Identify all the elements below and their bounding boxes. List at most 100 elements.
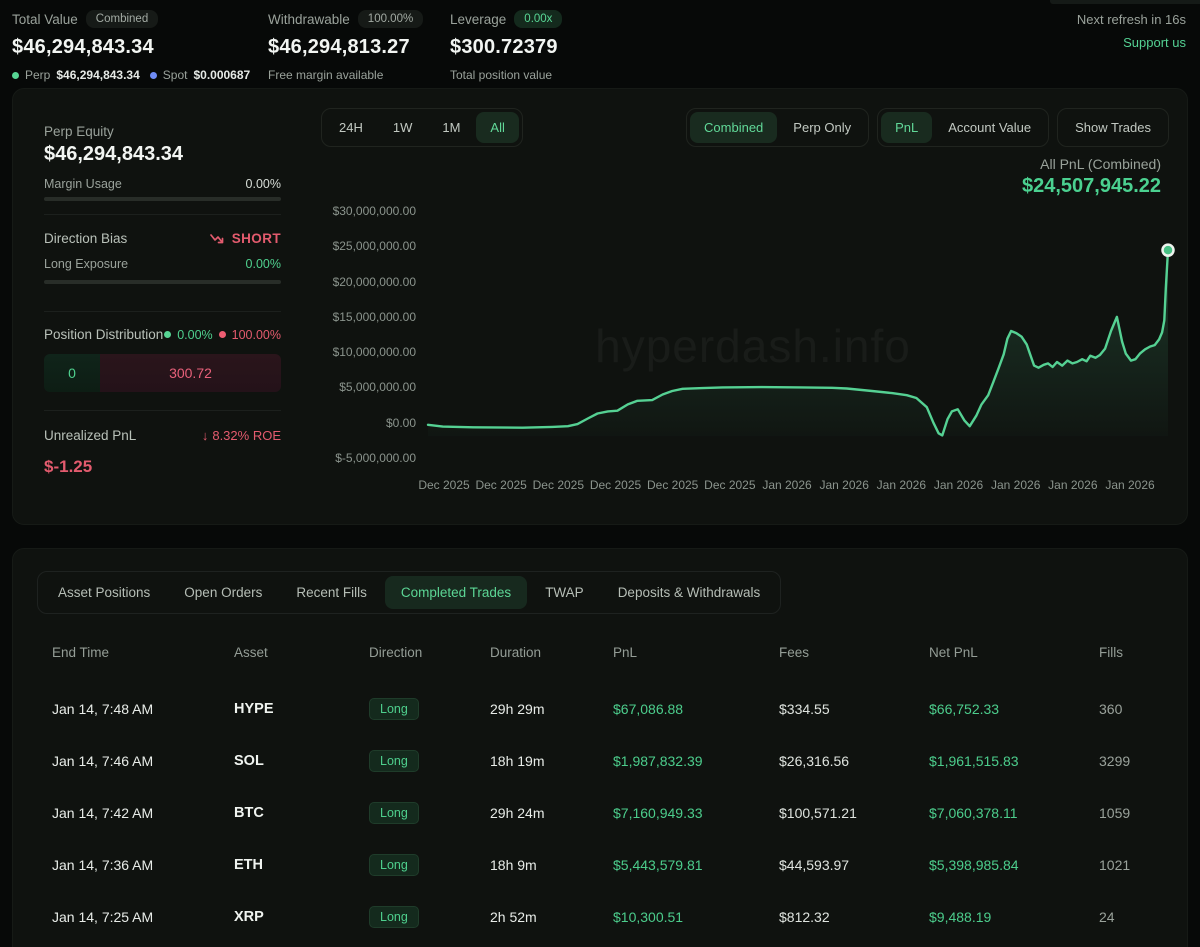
last-point-marker: [1163, 245, 1174, 256]
col-net-pnl: Net PnL: [929, 645, 1099, 660]
unrealized-pnl-label: Unrealized PnL: [44, 428, 136, 443]
cell-asset: XRP: [234, 909, 369, 925]
table-row[interactable]: Jan 14, 7:25 AMXRPLong2h 52m$10,300.51$8…: [52, 891, 1159, 943]
cell-duration: 18h 19m: [490, 753, 613, 769]
cell-end-time: Jan 14, 7:48 AM: [52, 701, 234, 717]
y-axis-tick: $30,000,000.00: [286, 203, 416, 219]
position-distribution-label: Position Distribution: [44, 327, 163, 342]
scope-toggle-group: Combined Perp Only: [686, 108, 869, 147]
range-24h-button[interactable]: 24H: [325, 112, 377, 143]
divider: [44, 214, 281, 215]
cell-fills: 360: [1099, 701, 1159, 717]
top-stats-bar: Total Value Combined $46,294,843.34 Perp…: [0, 0, 1200, 88]
table-row[interactable]: Jan 14, 7:46 AMSOLLong18h 19m$1,987,832.…: [52, 735, 1159, 787]
cell-fees: $334.55: [779, 701, 929, 717]
metric-account-value-button[interactable]: Account Value: [934, 112, 1045, 143]
leverage-block: Leverage 0.00x $300.72379 Total position…: [450, 10, 562, 82]
refresh-block: Next refresh in 16s Support us: [1077, 10, 1186, 52]
chart-toggle-groups: Combined Perp Only PnL Account Value Sho…: [686, 108, 1169, 147]
account-summary-panel: Perp Equity $46,294,843.34 Margin Usage …: [29, 105, 297, 510]
tab-open-orders[interactable]: Open Orders: [168, 576, 278, 609]
y-axis-tick: $-5,000,000.00: [286, 450, 416, 466]
cell-fills: 3299: [1099, 753, 1159, 769]
all-pnl-value: $24,507,945.22: [1022, 175, 1161, 198]
direction-badge: Long: [369, 802, 419, 824]
perp-dot-icon: [12, 72, 19, 79]
direction-bias-value: SHORT: [232, 231, 281, 246]
table-row[interactable]: Jan 14, 7:42 AMBTCLong29h 24m$7,160,949.…: [52, 787, 1159, 839]
scope-perp-only-button[interactable]: Perp Only: [779, 112, 865, 143]
direction-bias-label: Direction Bias: [44, 231, 127, 246]
range-1m-button[interactable]: 1M: [428, 112, 474, 143]
position-distribution-bar: 0 300.72: [44, 354, 281, 392]
cell-fees: $44,593.97: [779, 857, 929, 873]
cell-fills: 1021: [1099, 857, 1159, 873]
perp-value: $46,294,843.34: [56, 68, 139, 82]
col-pnl: PnL: [613, 645, 779, 660]
cell-duration: 18h 9m: [490, 857, 613, 873]
table-row[interactable]: Jan 14, 7:48 AMHYPELong 29h 29m$67,086.88…: [52, 683, 1159, 735]
cell-direction: Long: [369, 802, 490, 824]
short-segment: 300.72: [100, 354, 281, 392]
tab-asset-positions[interactable]: Asset Positions: [42, 576, 166, 609]
total-value: $46,294,843.34: [12, 36, 268, 59]
spot-dot-icon: [150, 72, 157, 79]
margin-usage-value: 0.00%: [246, 177, 281, 191]
cell-direction: Long: [369, 854, 490, 876]
cell-end-time: Jan 14, 7:25 AM: [52, 909, 234, 925]
cell-asset: BTC: [234, 805, 369, 821]
direction-badge: Long: [369, 698, 419, 720]
tab-recent-fills[interactable]: Recent Fills: [280, 576, 383, 609]
perp-equity-value: $46,294,843.34: [44, 143, 183, 166]
cell-net-pnl: $5,398,985.84: [929, 857, 1099, 873]
margin-usage-label: Margin Usage: [44, 177, 122, 191]
scope-combined-button[interactable]: Combined: [690, 112, 777, 143]
tab-deposits-withdrawals[interactable]: Deposits & Withdrawals: [602, 576, 777, 609]
y-axis-tick: $25,000,000.00: [286, 238, 416, 254]
spot-label: Spot: [163, 68, 188, 82]
cell-fees: $100,571.21: [779, 805, 929, 821]
cell-direction: Long: [369, 906, 490, 928]
y-axis-tick: $15,000,000.00: [286, 309, 416, 325]
show-trades-group: Show Trades: [1057, 108, 1169, 147]
y-axis-tick: $10,000,000.00: [286, 344, 416, 360]
refresh-progress-bar: [1050, 0, 1200, 4]
trades-tabs: Asset Positions Open Orders Recent Fills…: [37, 571, 781, 614]
y-axis-tick: $0.00: [286, 415, 416, 431]
support-us-link[interactable]: Support us: [1123, 35, 1186, 50]
cell-end-time: Jan 14, 7:46 AM: [52, 753, 234, 769]
table-header-row: End Time Asset Direction Duration PnL Fe…: [52, 645, 1159, 660]
cell-asset: HYPE: [234, 701, 369, 717]
refresh-countdown: Next refresh in 16s: [1077, 12, 1186, 27]
trades-card: Asset Positions Open Orders Recent Fills…: [12, 548, 1188, 947]
margin-usage-bar: [44, 197, 281, 201]
table-row[interactable]: Jan 14, 7:36 AMETHLong18h 9m$5,443,579.8…: [52, 839, 1159, 891]
divider: [44, 311, 281, 312]
range-all-button[interactable]: All: [476, 112, 518, 143]
tab-twap[interactable]: TWAP: [529, 576, 600, 609]
direction-badge: Long: [369, 750, 419, 772]
col-end-time: End Time: [52, 645, 234, 660]
roe-value: 8.32% ROE: [212, 428, 281, 443]
cell-pnl: $5,443,579.81: [613, 857, 779, 873]
metric-toggle-group: PnL Account Value: [877, 108, 1049, 147]
cell-net-pnl: $1,961,515.83: [929, 753, 1099, 769]
cell-net-pnl: $7,060,378.11: [929, 805, 1099, 821]
metric-pnl-button[interactable]: PnL: [881, 112, 932, 143]
leverage-badge: 0.00x: [514, 10, 562, 28]
tab-completed-trades[interactable]: Completed Trades: [385, 576, 527, 609]
divider: [44, 410, 281, 411]
leverage-label: Leverage: [450, 12, 506, 27]
show-trades-button[interactable]: Show Trades: [1061, 112, 1165, 143]
total-value-label: Total Value: [12, 12, 78, 27]
cell-pnl: $67,086.88: [613, 701, 779, 717]
cell-duration: 29h 29m: [490, 701, 613, 717]
cell-net-pnl: $66,752.33: [929, 701, 1099, 717]
range-1w-button[interactable]: 1W: [379, 112, 427, 143]
cell-duration: 2h 52m: [490, 909, 613, 925]
withdrawable-label: Withdrawable: [268, 12, 350, 27]
cell-direction: Long: [369, 698, 490, 720]
col-direction: Direction: [369, 645, 490, 660]
withdrawable-subtitle: Free margin available: [268, 68, 450, 82]
cell-asset: ETH: [234, 857, 369, 873]
